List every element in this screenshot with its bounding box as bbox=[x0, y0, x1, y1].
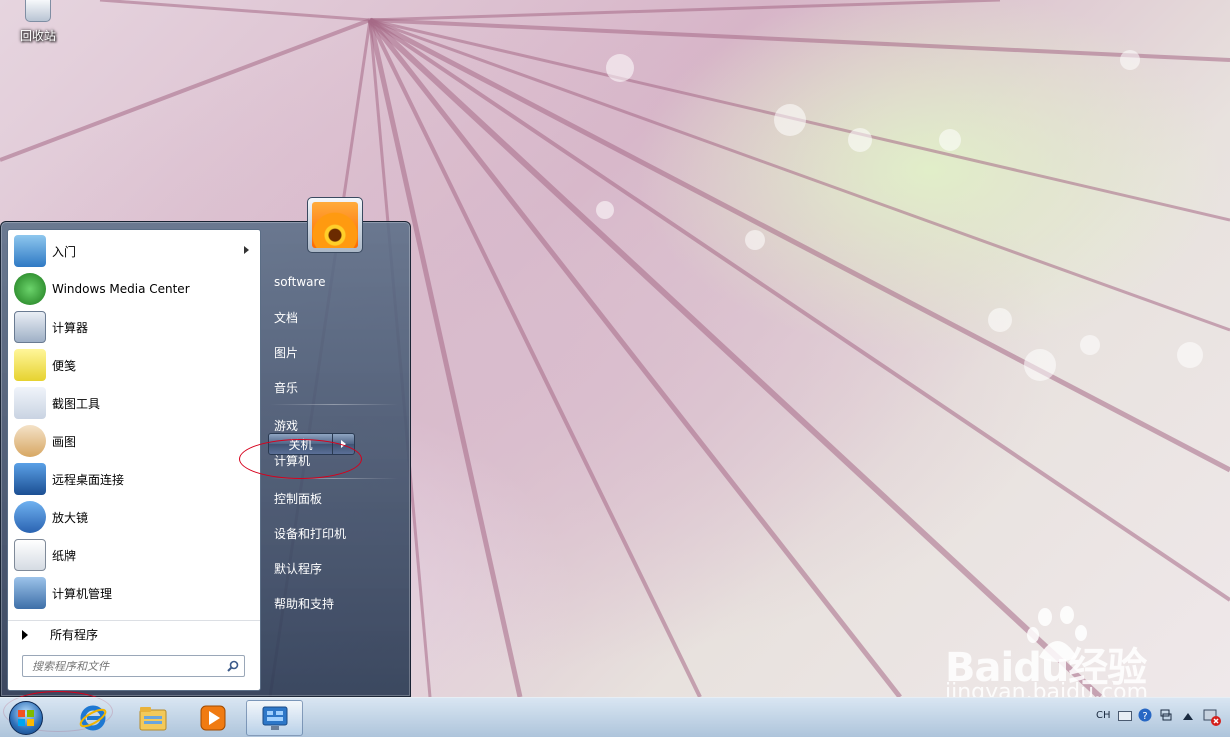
recycle-bin-icon bbox=[25, 0, 51, 22]
paint-icon bbox=[14, 425, 46, 457]
program-item[interactable]: 便笺 bbox=[11, 347, 259, 383]
program-label: 放大镜 bbox=[52, 510, 89, 525]
recycle-bin-shortcut[interactable]: 回收站 bbox=[10, 0, 66, 44]
program-item[interactable]: 放大镜 bbox=[11, 499, 259, 535]
program-label: 入门 bbox=[52, 244, 77, 259]
snipping-tool-icon bbox=[14, 387, 46, 419]
program-label: Windows Media Center bbox=[52, 282, 190, 296]
computer-management-icon bbox=[14, 577, 46, 609]
program-label: 远程桌面连接 bbox=[52, 472, 125, 487]
taskbar-control-panel-button[interactable] bbox=[246, 700, 303, 736]
options-icon[interactable] bbox=[1160, 708, 1172, 722]
program-item[interactable]: 计算器 bbox=[11, 309, 259, 345]
network-error-icon[interactable] bbox=[1202, 707, 1222, 727]
media-player-icon bbox=[200, 705, 226, 731]
start-link[interactable]: 设备和打印机 bbox=[262, 518, 402, 548]
search-input[interactable] bbox=[32, 659, 212, 673]
program-item[interactable]: 画图 bbox=[11, 423, 259, 459]
user-picture[interactable] bbox=[307, 197, 363, 253]
start-link[interactable]: 文档 bbox=[262, 302, 402, 332]
program-label: 便笺 bbox=[52, 358, 77, 373]
all-programs-label: 所有程序 bbox=[50, 628, 99, 642]
help-icon[interactable]: ? bbox=[1138, 708, 1152, 722]
remote-desktop-icon bbox=[14, 463, 46, 495]
program-item[interactable]: 入门 bbox=[11, 233, 259, 269]
program-label: 画图 bbox=[52, 434, 77, 449]
start-link[interactable]: software bbox=[262, 267, 402, 297]
windows-explorer-icon bbox=[139, 707, 167, 731]
program-label: 计算机管理 bbox=[52, 586, 113, 601]
search-icon[interactable] bbox=[227, 660, 239, 672]
baidu-watermark: Baidu经验 jingyan.baidu.com bbox=[945, 605, 1175, 697]
calculator-icon bbox=[14, 311, 46, 343]
keyboard-icon[interactable] bbox=[1118, 711, 1132, 721]
program-label: 截图工具 bbox=[52, 396, 101, 411]
all-programs-item[interactable]: 所有程序 bbox=[8, 620, 260, 648]
windows-media-center-icon bbox=[14, 273, 46, 305]
start-link[interactable]: 帮助和支持 bbox=[262, 588, 402, 618]
windows-logo-icon bbox=[9, 701, 43, 735]
taskbar-ie-button[interactable] bbox=[65, 700, 121, 736]
recycle-bin-label: 回收站 bbox=[19, 29, 56, 43]
solitaire-icon bbox=[14, 539, 46, 571]
program-label: 纸牌 bbox=[52, 548, 77, 563]
menu-separator bbox=[270, 404, 398, 405]
magnifier-icon bbox=[14, 501, 46, 533]
submenu-arrow-icon bbox=[244, 246, 249, 254]
flower-avatar-icon bbox=[312, 202, 358, 248]
getting-started-icon bbox=[14, 235, 46, 267]
program-label: 计算器 bbox=[52, 320, 89, 335]
taskbar: CH ? bbox=[0, 697, 1230, 737]
start-link[interactable]: 音乐 bbox=[262, 372, 402, 402]
taskbar-media-player-button[interactable] bbox=[185, 700, 241, 736]
start-link[interactable]: 控制面板 bbox=[262, 483, 402, 513]
start-button[interactable] bbox=[6, 699, 46, 737]
program-item[interactable]: 截图工具 bbox=[11, 385, 259, 421]
start-link[interactable]: 图片 bbox=[262, 337, 402, 367]
program-item[interactable]: Windows Media Center bbox=[11, 271, 259, 307]
watermark-url: jingyan.baidu.com bbox=[945, 680, 1149, 697]
sticky-notes-icon bbox=[14, 349, 46, 381]
programs-pane: 入门 Windows Media Center 计算器便笺截图工具画图远程桌面连接放… bbox=[7, 229, 261, 691]
program-item[interactable]: 远程桌面连接 bbox=[11, 461, 259, 497]
taskbar-explorer-button[interactable] bbox=[125, 700, 181, 736]
triangle-right-icon bbox=[22, 629, 28, 640]
start-link[interactable]: 默认程序 bbox=[262, 553, 402, 583]
input-language[interactable]: CH bbox=[1096, 710, 1111, 721]
program-item[interactable]: 计算机管理 bbox=[11, 575, 259, 611]
search-box[interactable] bbox=[22, 655, 245, 677]
svg-text:?: ? bbox=[1142, 711, 1147, 722]
show-hidden-icons-icon[interactable] bbox=[1183, 713, 1193, 721]
annotation-ellipse-computer bbox=[239, 439, 362, 479]
internet-explorer-icon bbox=[79, 705, 107, 731]
control-panel-icon bbox=[262, 706, 287, 730]
program-item[interactable]: 纸牌 bbox=[11, 537, 259, 573]
